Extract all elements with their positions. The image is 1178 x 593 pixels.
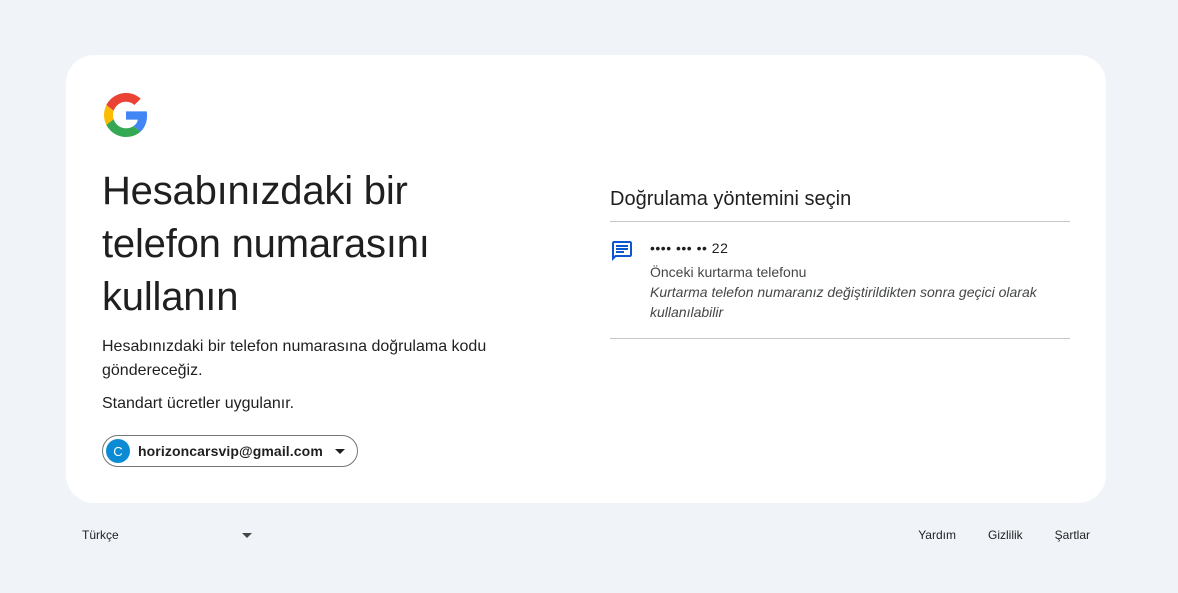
- google-logo-icon: [104, 93, 148, 137]
- verification-methods: Doğrulama yöntemini seçin •••• ••• •• 22…: [610, 185, 1070, 339]
- account-email: horizoncarsvip@gmail.com: [138, 443, 323, 459]
- verification-option-sms[interactable]: •••• ••• •• 22 Önceki kurtarma telefonu …: [610, 222, 1070, 338]
- main-card: Hesabınızdaki bir telefon numarasını kul…: [66, 55, 1106, 503]
- language-selector[interactable]: Türkçe: [82, 524, 252, 546]
- help-link[interactable]: Yardım: [918, 528, 956, 542]
- terms-link[interactable]: Şartlar: [1055, 528, 1090, 542]
- rates-note: Standart ücretler uygulanır.: [102, 395, 295, 412]
- option-label: Önceki kurtarma telefonu: [650, 264, 807, 280]
- avatar: C: [106, 439, 130, 463]
- chevron-down-icon: [334, 446, 345, 456]
- privacy-link[interactable]: Gizlilik: [988, 528, 1023, 542]
- section-title: Doğrulama yöntemini seçin: [610, 188, 852, 210]
- account-chip[interactable]: C horizoncarsvip@gmail.com: [102, 435, 358, 467]
- masked-phone-number: •••• ••• •• 22: [650, 240, 729, 256]
- chevron-down-icon: [242, 530, 252, 540]
- divider: [610, 338, 1070, 339]
- sms-icon: [610, 238, 650, 322]
- option-note: Kurtarma telefon numaranız değiştirildik…: [650, 284, 1037, 320]
- language-label: Türkçe: [82, 528, 119, 542]
- footer-links: Yardım Gizlilik Şartlar: [918, 524, 1090, 546]
- page-description: Hesabınızdaki bir telefon numarasına doğ…: [102, 338, 487, 379]
- page-title: Hesabınızdaki bir telefon numarasını kul…: [102, 169, 430, 319]
